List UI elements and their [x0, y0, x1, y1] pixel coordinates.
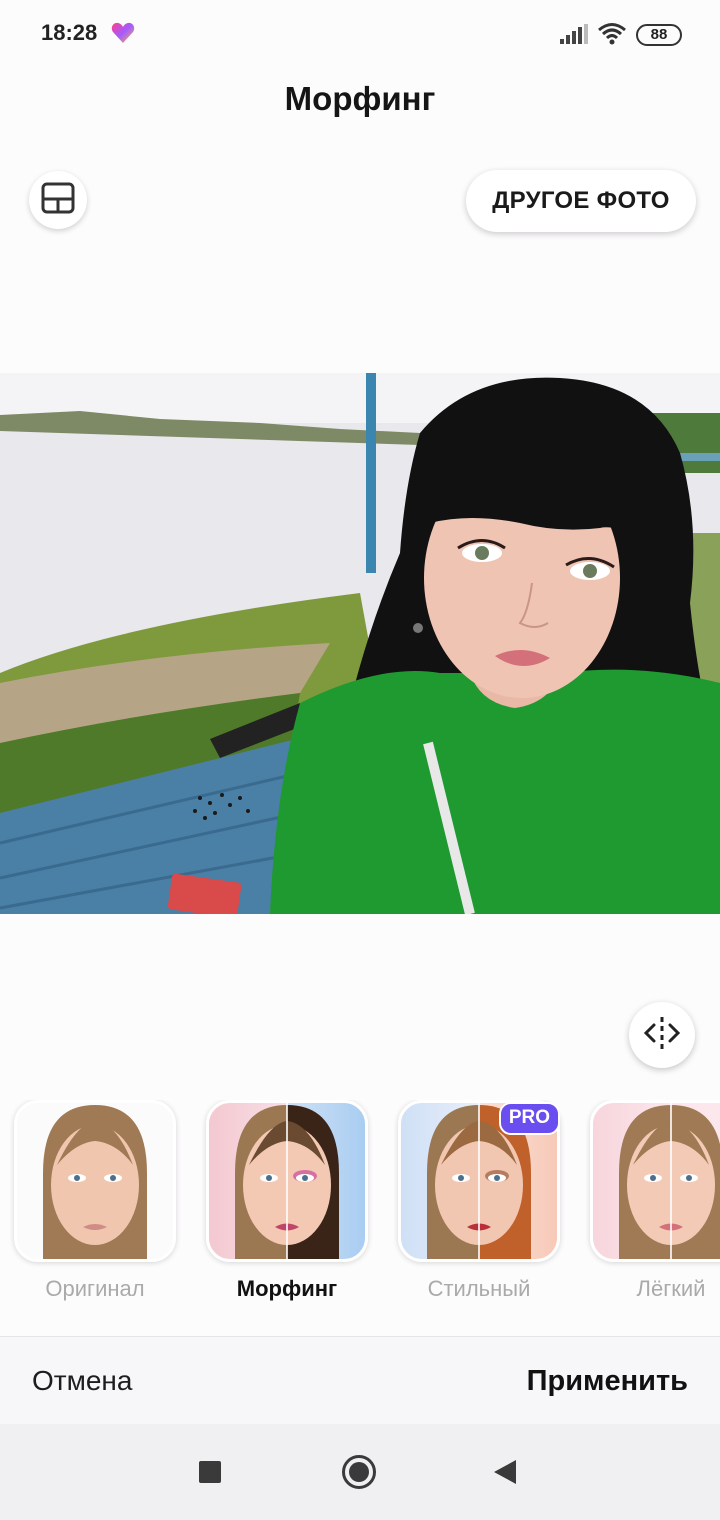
filter-label: Стильный: [427, 1276, 531, 1301]
cancel-button[interactable]: Отмена: [32, 1365, 132, 1397]
filter-label: Оригинал: [45, 1276, 145, 1301]
wifi-icon: [597, 22, 627, 51]
filter-morphing[interactable]: Морфинг: [206, 1100, 368, 1302]
filter-thumbnail[interactable]: [14, 1100, 176, 1262]
other-photo-button[interactable]: ДРУГОЕ ФОТО: [466, 170, 696, 232]
filter-thumbnail[interactable]: [590, 1100, 720, 1262]
status-time: 18:28: [41, 20, 98, 45]
apply-button[interactable]: Применить: [527, 1365, 688, 1398]
compare-icon: [642, 1015, 682, 1056]
action-bar: Отмена Применить: [0, 1336, 720, 1424]
filter-label: Морфинг: [236, 1276, 338, 1301]
home-icon[interactable]: [342, 1455, 376, 1489]
heart-icon: [111, 22, 135, 49]
filter-label: Лёгкий: [636, 1276, 706, 1301]
signal-icon: [560, 24, 588, 49]
filter-original[interactable]: Оригинал: [14, 1100, 176, 1302]
battery-icon: 88: [636, 24, 682, 46]
filter-light[interactable]: PRO Лёгкий: [590, 1100, 720, 1302]
filter-strip[interactable]: Оригинал Морфинг PRO Стильный Лёгкий: [0, 1100, 720, 1315]
layout-icon: [41, 182, 75, 219]
pro-badge: PRO: [498, 1102, 560, 1135]
filter-stylish[interactable]: PRO Стильный: [398, 1100, 560, 1302]
navigation-bar: [0, 1424, 720, 1520]
back-icon[interactable]: [494, 1460, 516, 1484]
page-title: Морфинг: [284, 80, 436, 117]
edited-photo: [0, 373, 720, 914]
layout-button[interactable]: [29, 171, 87, 229]
status-bar: 18:28 88: [0, 0, 720, 70]
compare-button[interactable]: [629, 1002, 695, 1068]
filter-thumbnail[interactable]: [206, 1100, 368, 1262]
screen: 18:28 88 Морфинг ДРУГОЕ ФОТО Оригинал Мо…: [0, 0, 720, 1520]
recents-icon[interactable]: [199, 1461, 221, 1483]
